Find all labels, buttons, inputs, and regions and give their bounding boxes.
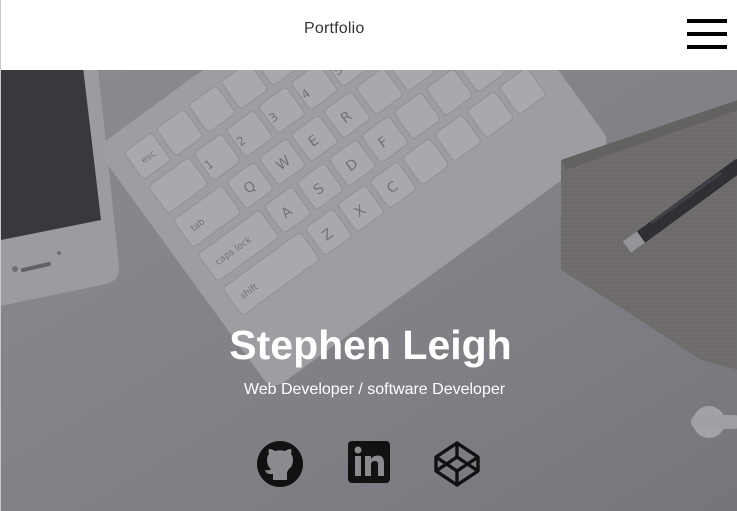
hero-section: caps lock shift tab esc 1 2 3 4 5 Q W E …	[1, 70, 737, 511]
navbar: Portfolio	[1, 0, 737, 70]
brand-link[interactable]: Portfolio	[304, 20, 365, 38]
hamburger-bar	[687, 19, 727, 23]
page: Portfolio caps lock shift tab esc 1 2 3 …	[0, 0, 737, 511]
github-icon[interactable]	[256, 440, 304, 488]
hero-name: Stephen Leigh	[229, 322, 512, 368]
codepen-icon[interactable]	[433, 440, 481, 488]
hamburger-menu-icon[interactable]	[687, 19, 727, 49]
linkedin-icon[interactable]	[347, 440, 395, 488]
hamburger-bar	[687, 32, 727, 36]
hamburger-bar	[687, 45, 727, 49]
hero-subtitle: Web Developer / software Developer	[243, 381, 506, 398]
